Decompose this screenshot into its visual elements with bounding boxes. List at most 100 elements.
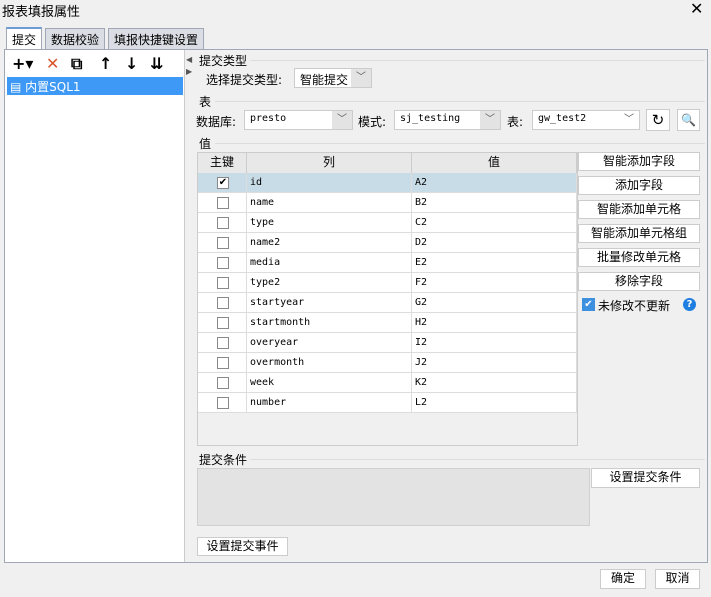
table-row[interactable]: media E2 xyxy=(198,253,577,273)
primary-key-checkbox[interactable] xyxy=(217,297,229,309)
value-cell[interactable]: L2 xyxy=(412,393,577,413)
value-cell[interactable]: E2 xyxy=(412,253,577,273)
table-row[interactable]: overyear I2 xyxy=(198,333,577,353)
set-condition-button[interactable]: 设置提交条件 xyxy=(591,468,700,488)
table-row[interactable]: overmonth J2 xyxy=(198,353,577,373)
table-row[interactable]: ✔ id A2 xyxy=(198,173,577,193)
column-cell[interactable]: name2 xyxy=(247,233,412,253)
chevron-down-icon: ﹀ xyxy=(332,111,352,129)
tab-shortcuts[interactable]: 填报快捷键设置 xyxy=(108,28,205,49)
list-item-sql1[interactable]: ▤ 内置SQL1 xyxy=(7,77,183,95)
column-cell[interactable]: overmonth xyxy=(247,353,412,373)
table-heading: 表 xyxy=(199,95,212,109)
column-cell[interactable]: name xyxy=(247,193,412,213)
fields-table: 主键 列 值 ✔ id A2 name B2 type C2 name2 D2 … xyxy=(197,152,578,446)
cancel-button[interactable]: 取消 xyxy=(655,569,700,589)
table-row[interactable]: number L2 xyxy=(198,393,577,413)
primary-key-checkbox[interactable] xyxy=(217,237,229,249)
side-button[interactable]: 移除字段 xyxy=(578,272,700,291)
move-down-icon[interactable]: ↓ xyxy=(125,54,138,73)
divider xyxy=(250,60,705,61)
refresh-button[interactable]: ↻ xyxy=(646,109,670,131)
table-row[interactable]: type2 F2 xyxy=(198,273,577,293)
column-cell[interactable]: media xyxy=(247,253,412,273)
database-select[interactable]: presto ﹀ xyxy=(244,110,353,130)
add-icon[interactable]: +▾ xyxy=(12,54,33,73)
column-cell[interactable]: startmonth xyxy=(247,313,412,333)
header-key[interactable]: 主键 xyxy=(198,153,247,173)
table-select[interactable]: gw_test2 ﹀ xyxy=(532,110,640,130)
value-cell[interactable]: K2 xyxy=(412,373,577,393)
column-cell[interactable]: startyear xyxy=(247,293,412,313)
tab-validation[interactable]: 数据校验 xyxy=(45,28,106,49)
table-row[interactable]: startmonth H2 xyxy=(198,313,577,333)
primary-key-checkbox[interactable] xyxy=(217,217,229,229)
condition-area[interactable] xyxy=(197,468,590,526)
ok-button[interactable]: 确定 xyxy=(600,569,646,589)
primary-key-checkbox[interactable]: ✔ xyxy=(217,177,229,189)
table-row[interactable]: name B2 xyxy=(198,193,577,213)
tab-submit[interactable]: 提交 xyxy=(6,27,43,50)
chevron-down-icon: ﹀ xyxy=(480,111,500,129)
side-button[interactable]: 智能添加单元格 xyxy=(578,200,700,219)
primary-key-checkbox[interactable] xyxy=(217,277,229,289)
column-cell[interactable]: type xyxy=(247,213,412,233)
column-cell[interactable]: type2 xyxy=(247,273,412,293)
primary-key-checkbox[interactable] xyxy=(217,317,229,329)
primary-key-checkbox[interactable] xyxy=(217,197,229,209)
primary-key-checkbox[interactable] xyxy=(217,257,229,269)
delete-icon[interactable]: ✕ xyxy=(46,54,59,73)
db-label: 数据库: xyxy=(196,115,237,129)
window-title: 报表填报属性 xyxy=(2,5,81,20)
sql-icon: ▤ xyxy=(10,80,26,94)
preview-button[interactable]: 🔍 xyxy=(677,109,700,131)
table-row[interactable]: week K2 xyxy=(198,373,577,393)
primary-key-checkbox[interactable] xyxy=(217,357,229,369)
value-cell[interactable]: A2 xyxy=(412,173,577,193)
table-row[interactable]: name2 D2 xyxy=(198,233,577,253)
key-cell xyxy=(198,353,247,373)
value-cell[interactable]: G2 xyxy=(412,293,577,313)
value-cell[interactable]: D2 xyxy=(412,233,577,253)
no-update-checkbox[interactable]: ✔ xyxy=(582,298,595,311)
submit-type-heading: 提交类型 xyxy=(199,54,248,68)
close-icon[interactable]: ✕ xyxy=(690,0,703,18)
primary-key-checkbox[interactable] xyxy=(217,397,229,409)
column-cell[interactable]: number xyxy=(247,393,412,413)
column-cell[interactable]: overyear xyxy=(247,333,412,353)
value-cell[interactable]: C2 xyxy=(412,213,577,233)
condition-heading: 提交条件 xyxy=(199,453,248,467)
set-event-button[interactable]: 设置提交事件 xyxy=(197,537,288,556)
divider xyxy=(215,143,705,144)
value-cell[interactable]: H2 xyxy=(412,313,577,333)
value-cell[interactable]: I2 xyxy=(412,333,577,353)
key-cell: ✔ xyxy=(198,173,247,193)
copy-icon[interactable]: ⧉ xyxy=(71,54,82,74)
help-icon[interactable]: ? xyxy=(683,298,696,311)
value-cell[interactable]: F2 xyxy=(412,273,577,293)
submit-type-select[interactable]: 智能提交 ﹀ xyxy=(294,68,372,88)
value-cell[interactable]: J2 xyxy=(412,353,577,373)
side-button[interactable]: 添加字段 xyxy=(578,176,700,195)
table-row[interactable]: startyear G2 xyxy=(198,293,577,313)
header-value[interactable]: 值 xyxy=(412,153,577,173)
move-bottom-icon[interactable]: ⇊ xyxy=(150,54,163,73)
side-button[interactable]: 智能添加单元格组 xyxy=(578,224,700,243)
primary-key-checkbox[interactable] xyxy=(217,377,229,389)
chevron-down-icon: ﹀ xyxy=(351,69,371,87)
sql-list-pane xyxy=(5,50,185,562)
key-cell xyxy=(198,213,247,233)
move-up-icon[interactable]: ↑ xyxy=(99,54,112,73)
key-cell xyxy=(198,253,247,273)
side-button[interactable]: 智能添加字段 xyxy=(578,152,700,171)
column-cell[interactable]: week xyxy=(247,373,412,393)
schema-select[interactable]: sj_testing ﹀ xyxy=(394,110,501,130)
key-cell xyxy=(198,373,247,393)
side-button[interactable]: 批量修改单元格 xyxy=(578,248,700,267)
value-cell[interactable]: B2 xyxy=(412,193,577,213)
header-column[interactable]: 列 xyxy=(247,153,412,173)
primary-key-checkbox[interactable] xyxy=(217,337,229,349)
splitter-handle[interactable]: ◀ ▶ xyxy=(186,54,192,78)
table-row[interactable]: type C2 xyxy=(198,213,577,233)
column-cell[interactable]: id xyxy=(247,173,412,193)
